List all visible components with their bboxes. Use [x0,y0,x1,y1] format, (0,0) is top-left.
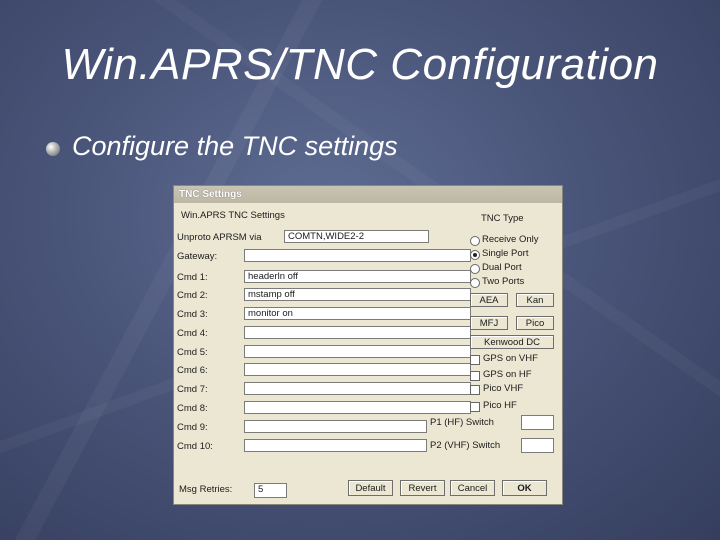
revert-button[interactable]: Revert [400,480,445,496]
cmd-input[interactable] [244,439,427,452]
checkbox-pico-hf-label: Pico HF [483,400,517,411]
checkbox-pico-vhf[interactable] [470,385,480,395]
slide-title: Win.APRS/TNC Configuration [61,40,659,89]
cmd-input[interactable] [244,363,471,376]
p1-switch-label: P1 (HF) Switch [430,417,494,428]
bullet-icon [46,142,60,156]
radio-single-port-label: Single Port [482,248,529,259]
cmd-label: Cmd 2: [177,290,208,301]
checkbox-gps-vhf[interactable] [470,355,480,365]
checkbox-gps-vhf-label: GPS on VHF [483,353,538,364]
cmd-label: Cmd 10: [177,441,213,452]
p2-switch-label: P2 (VHF) Switch [430,440,501,451]
cmd-label: Cmd 8: [177,403,208,414]
cmd-label: Cmd 6: [177,365,208,376]
cmd-input[interactable] [244,345,471,358]
unproto-input[interactable]: COMTN,WIDE2-2 [284,230,429,243]
kan-button[interactable]: Kan [516,293,554,307]
mfj-button[interactable]: MFJ [470,316,508,330]
radio-dual-port[interactable] [470,264,480,274]
p2-switch-input[interactable] [521,438,554,453]
checkbox-pico-vhf-label: Pico VHF [483,383,524,394]
cmd-input[interactable] [244,382,471,395]
radio-receive-only[interactable] [470,236,480,246]
p1-switch-input[interactable] [521,415,554,430]
gateway-input[interactable] [244,249,471,262]
cmd-input[interactable] [244,326,471,339]
checkbox-pico-hf[interactable] [470,402,480,412]
kenwood-dc-button[interactable]: Kenwood DC [470,335,554,349]
radio-dual-port-label: Dual Port [482,262,522,273]
tnc-settings-dialog: TNC Settings Win.APRS TNC Settings TNC T… [173,185,563,505]
default-button[interactable]: Default [348,480,393,496]
radio-single-port[interactable] [470,250,480,260]
radio-receive-only-label: Receive Only [482,234,539,245]
cmd-label: Cmd 7: [177,384,208,395]
cmd-input[interactable] [244,401,471,414]
pico-button[interactable]: Pico [516,316,554,330]
msg-retries-label: Msg Retries: [179,484,233,495]
unproto-label: Unproto APRSM via [177,232,262,243]
cmd-input[interactable]: mstamp off [244,288,471,301]
cmd-label: Cmd 9: [177,422,208,433]
radio-two-ports[interactable] [470,278,480,288]
cmd-label: Cmd 4: [177,328,208,339]
cmd-label: Cmd 3: [177,309,208,320]
checkbox-gps-hf[interactable] [470,371,480,381]
cmd-label: Cmd 1: [177,272,208,283]
msg-retries-input[interactable]: 5 [254,483,287,498]
tnc-type-label: TNC Type [481,213,524,224]
checkbox-gps-hf-label: GPS on HF [483,369,532,380]
gateway-label: Gateway: [177,251,218,262]
cmd-input[interactable]: headerln off [244,270,471,283]
ok-button[interactable]: OK [502,480,547,496]
cmd-input[interactable] [244,420,427,433]
dialog-titlebar[interactable]: TNC Settings [174,186,562,203]
aea-button[interactable]: AEA [470,293,508,307]
cancel-button[interactable]: Cancel [450,480,495,496]
bullet-text: Configure the TNC settings [72,131,398,161]
radio-two-ports-label: Two Ports [482,276,525,287]
dialog-heading: Win.APRS TNC Settings [181,210,285,221]
cmd-input[interactable]: monitor on [244,307,471,320]
cmd-label: Cmd 5: [177,347,208,358]
